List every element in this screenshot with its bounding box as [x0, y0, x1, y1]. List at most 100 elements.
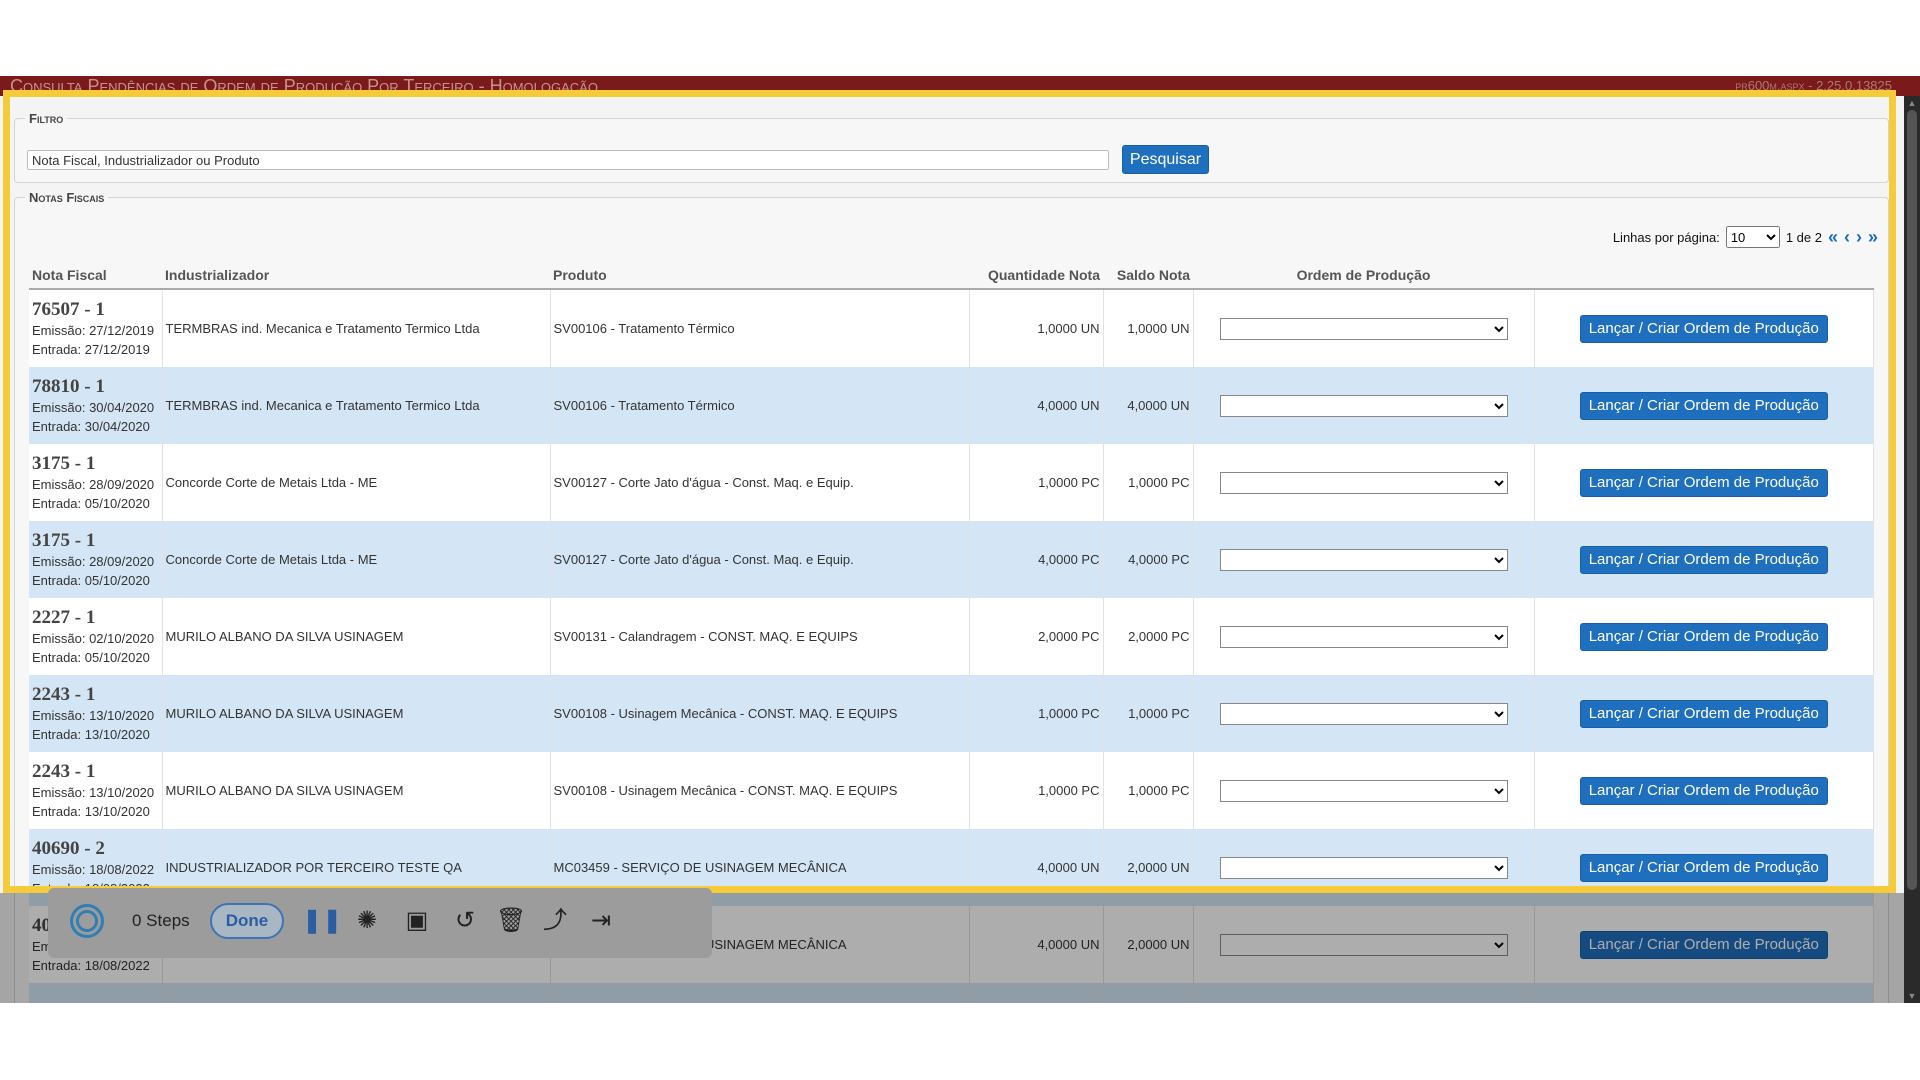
nota-fiscal-number: 76507 - 1	[32, 298, 105, 320]
action-cell: Lançar / Criar Ordem de Produção	[1534, 521, 1874, 598]
lancar-ordem-button[interactable]: Lançar / Criar Ordem de Produção	[1579, 468, 1828, 497]
skip-icon[interactable]: ⇥	[586, 906, 616, 936]
filter-legend: Filtro	[29, 111, 64, 126]
pause-icon[interactable]: ❚❚	[302, 906, 342, 936]
industrializador-cell: MURILO ALBANO DA SILVA USINAGEM	[162, 752, 551, 829]
search-input[interactable]	[27, 150, 1109, 170]
quantidade-cell: 4,0000 PC	[969, 521, 1104, 598]
quantidade-cell: 4,0000 UN	[969, 367, 1104, 444]
action-cell: Lançar / Criar Ordem de Produção	[1534, 367, 1874, 444]
lancar-ordem-button[interactable]: Lançar / Criar Ordem de Produção	[1579, 391, 1828, 420]
produto-cell: SV00131 - Calandragem - CONST. MAQ. E EQ…	[550, 598, 970, 675]
page-title: Consulta Pendências de Ordem de Produção…	[10, 76, 598, 96]
col-acao	[1534, 262, 1874, 290]
nota-fiscal-cell: 2243 - 1 Emissão: 13/10/2020 Entrada: 13/1…	[29, 752, 163, 829]
steps-counter: 0 Steps	[132, 911, 190, 930]
action-cell: Lançar / Criar Ordem de Produção	[1534, 598, 1874, 675]
version-label: pr600m.aspx - 2.25.0.13825	[1735, 78, 1892, 93]
emissao-date: Emissão: 13/10/2020	[32, 784, 155, 800]
pagination: Linhas por página: 10 1 de 2 « ‹ › »	[1613, 225, 1878, 249]
undo-icon[interactable]: ↺	[450, 906, 480, 936]
first-page-icon[interactable]: «	[1828, 227, 1838, 248]
saldo-cell: 1,0000 PC	[1103, 752, 1194, 829]
ordem-producao-select[interactable]	[1219, 471, 1508, 494]
table-row: 2227 - 1 Emissão: 02/10/2020 Entrada: 05/1…	[29, 598, 1874, 675]
quantidade-cell: 1,0000 PC	[969, 444, 1104, 521]
col-nota-fiscal[interactable]: Nota Fiscal	[29, 262, 162, 290]
entrada-date: Entrada: 05/10/2020	[32, 495, 150, 511]
emissao-date: Emissão: 13/10/2020	[32, 707, 155, 723]
col-saldo[interactable]: Saldo Nota	[1103, 262, 1193, 290]
page-content: Filtro Pesquisar Notas Fiscais Linhas po…	[0, 96, 1904, 1003]
entrada-date: Entrada: 05/10/2020	[32, 649, 150, 665]
nota-fiscal-cell: 78810 - 1 Emissão: 30/04/2020 Entrada: 30/…	[29, 367, 163, 444]
scroll-up-icon[interactable]: ▲	[1904, 96, 1920, 110]
nota-fiscal-cell: 3175 - 1 Emissão: 28/09/2020 Entrada: 05/1…	[29, 521, 163, 598]
nota-fiscal-cell: 76507 - 1 Emissão: 27/12/2019 Entrada: 27/…	[29, 289, 163, 367]
scroll-down-icon[interactable]: ▼	[1904, 989, 1920, 1003]
emissao-date: Emissão: 18/08/2022	[32, 861, 155, 877]
quantidade-cell: 1,0000 PC	[969, 675, 1104, 752]
col-industrializador[interactable]: Industrializador	[162, 262, 550, 290]
last-page-icon[interactable]: »	[1868, 227, 1878, 248]
nota-fiscal-number: 2243 - 1	[32, 760, 96, 782]
table-row: 2243 - 1 Emissão: 13/10/2020 Entrada: 13/1…	[29, 752, 1874, 829]
action-cell: Lançar / Criar Ordem de Produção	[1534, 289, 1874, 367]
produto-cell: SV00108 - Usinagem Mecânica - CONST. MAQ…	[550, 675, 970, 752]
table-row: 2243 - 1 Emissão: 13/10/2020 Entrada: 13/1…	[29, 675, 1874, 752]
nota-fiscal-number: 3175 - 1	[32, 529, 96, 551]
industrializador-cell: TERMBRAS ind. Mecanica e Tratamento Term…	[162, 367, 551, 444]
upload-icon[interactable]: ⤴	[540, 906, 570, 936]
ordem-producao-cell	[1193, 289, 1535, 367]
lancar-ordem-button[interactable]: Lançar / Criar Ordem de Produção	[1579, 699, 1828, 728]
col-ordem-producao[interactable]: Ordem de Produção	[1193, 262, 1534, 290]
next-page-icon[interactable]: ›	[1856, 227, 1862, 248]
invoices-legend: Notas Fiscais	[29, 190, 105, 205]
ordem-producao-select[interactable]	[1219, 779, 1508, 802]
image-icon[interactable]: ▣	[402, 906, 432, 936]
action-cell: Lançar / Criar Ordem de Produção	[1534, 752, 1874, 829]
quantidade-cell: 2,0000 PC	[969, 598, 1104, 675]
lancar-ordem-button[interactable]: Lançar / Criar Ordem de Produção	[1579, 622, 1828, 651]
entrada-date: Entrada: 27/12/2019	[32, 341, 150, 357]
done-button[interactable]: Done	[210, 903, 284, 939]
search-button[interactable]: Pesquisar	[1122, 145, 1209, 174]
ordem-producao-cell	[1193, 521, 1535, 598]
produto-cell: SV00127 - Corte Jato d'água - Const. Maq…	[550, 521, 970, 598]
ordem-producao-select[interactable]	[1219, 702, 1508, 725]
ordem-producao-select[interactable]	[1219, 856, 1508, 879]
emissao-date: Emissão: 28/09/2020	[32, 476, 155, 492]
filter-panel: Filtro Pesquisar	[14, 111, 1889, 183]
ordem-producao-cell	[1193, 367, 1535, 444]
industrializador-cell: MURILO ALBANO DA SILVA USINAGEM	[162, 675, 551, 752]
rows-per-page-label: Linhas por página:	[1612, 229, 1720, 245]
blur-icon[interactable]: ✺	[352, 906, 382, 936]
lancar-ordem-button[interactable]: Lançar / Criar Ordem de Produção	[1579, 853, 1828, 882]
entrada-date: Entrada: 13/10/2020	[32, 726, 150, 742]
vertical-scrollbar[interactable]: ▲ ▼	[1904, 96, 1920, 1003]
emissao-date: Emissão: 27/12/2019	[32, 322, 155, 338]
ordem-producao-select[interactable]	[1219, 548, 1508, 571]
trash-icon[interactable]: 🗑	[496, 906, 526, 936]
ordem-producao-select[interactable]	[1219, 625, 1508, 648]
entrada-date: Entrada: 13/10/2020	[32, 803, 150, 819]
produto-cell: SV00106 - Tratamento Térmico	[550, 289, 970, 367]
prev-page-icon[interactable]: ‹	[1844, 227, 1850, 248]
ordem-producao-select[interactable]	[1219, 317, 1508, 340]
rows-per-page-select[interactable]: 10	[1725, 226, 1780, 248]
ordem-producao-select[interactable]	[1219, 394, 1508, 417]
entrada-date: Entrada: 05/10/2020	[32, 572, 150, 588]
nota-fiscal-cell: 2243 - 1 Emissão: 13/10/2020 Entrada: 13/1…	[29, 675, 163, 752]
lancar-ordem-button[interactable]: Lançar / Criar Ordem de Produção	[1579, 545, 1828, 574]
nota-fiscal-number: 2243 - 1	[32, 683, 96, 705]
scrollbar-thumb[interactable]	[1907, 110, 1917, 890]
lancar-ordem-button[interactable]: Lançar / Criar Ordem de Produção	[1579, 776, 1828, 805]
produto-cell: SV00106 - Tratamento Térmico	[550, 367, 970, 444]
table-header-row: Nota Fiscal Industrializador Produto Qua…	[29, 262, 1874, 290]
col-produto[interactable]: Produto	[550, 262, 969, 290]
col-quantidade[interactable]: Quantidade Nota	[969, 262, 1103, 290]
table-row: 76507 - 1 Emissão: 27/12/2019 Entrada: 27/…	[29, 289, 1874, 367]
saldo-cell: 1,0000 UN	[1103, 289, 1194, 367]
lancar-ordem-button[interactable]: Lançar / Criar Ordem de Produção	[1579, 314, 1828, 343]
action-cell: Lançar / Criar Ordem de Produção	[1534, 675, 1874, 752]
